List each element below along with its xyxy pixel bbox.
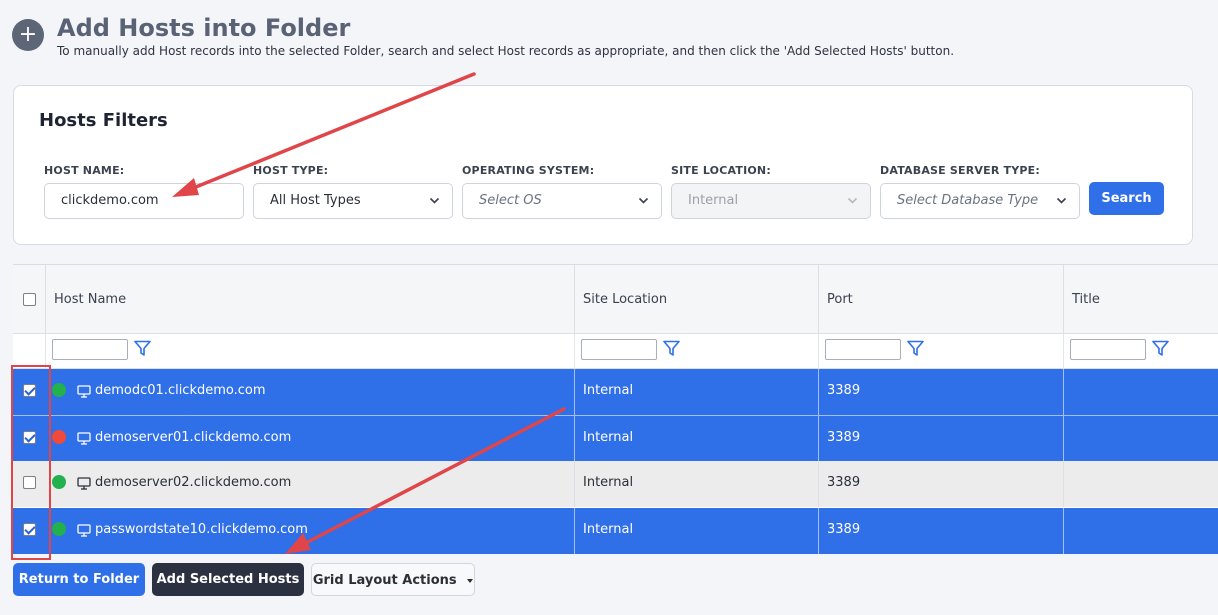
host-name-input[interactable]: clickdemo.com — [44, 183, 244, 219]
page-header: + Add Hosts into Folder To manually add … — [12, 14, 954, 58]
filter-icon[interactable] — [134, 340, 151, 356]
chevron-down-icon — [429, 184, 440, 231]
title-cell — [1063, 369, 1218, 415]
filter-icon[interactable] — [907, 340, 924, 356]
database-server-type-field: DATABASE SERVER TYPE: Select Database Ty… — [880, 164, 1080, 219]
filters-title: Hosts Filters — [39, 110, 168, 131]
site-location-filter-cell — [574, 334, 818, 369]
page-title: Add Hosts into Folder — [57, 14, 351, 42]
monitor-icon — [77, 385, 91, 398]
status-indicator-online — [52, 383, 66, 397]
database-server-type-select[interactable]: Select Database Type — [880, 183, 1080, 219]
title-filter-input[interactable] — [1070, 339, 1146, 360]
grid-header: Host Name Site Location Port Title — [13, 265, 1218, 334]
site-location-cell: Internal — [574, 369, 818, 415]
operating-system-label: OPERATING SYSTEM: — [462, 164, 595, 177]
port-filter-input[interactable] — [825, 339, 901, 360]
grid-filter-row — [13, 334, 1218, 369]
site-location-filter-input[interactable] — [581, 339, 657, 360]
host-type-value: All Host Types — [270, 193, 361, 208]
title-cell — [1063, 416, 1218, 462]
chevron-down-icon — [847, 184, 858, 231]
site-location-cell: Internal — [574, 508, 818, 554]
site-location-value: Internal — [688, 193, 739, 208]
host-name-link[interactable]: demodc01.clickdemo.com — [95, 369, 266, 413]
port-cell: 3389 — [818, 369, 1063, 415]
host-name-label: HOST NAME: — [44, 164, 125, 177]
hosts-filters-panel: Hosts Filters HOST NAME: clickdemo.com H… — [13, 85, 1193, 245]
column-header-title[interactable]: Title — [1063, 265, 1218, 334]
search-button[interactable]: Search — [1089, 182, 1164, 215]
title-cell — [1063, 461, 1218, 507]
select-all-cell — [13, 265, 45, 334]
port-filter-cell — [818, 334, 1063, 369]
page-description: To manually add Host records into the se… — [57, 44, 955, 58]
port-cell: 3389 — [818, 508, 1063, 554]
operating-system-select[interactable]: Select OS — [462, 183, 662, 219]
column-header-port[interactable]: Port — [818, 265, 1063, 334]
status-indicator-offline — [52, 430, 66, 444]
column-header-site-location[interactable]: Site Location — [574, 265, 818, 334]
table-row[interactable]: passwordstate10.clickdemo.com Internal 3… — [13, 508, 1218, 554]
table-row[interactable]: demoserver01.clickdemo.com Internal 3389 — [13, 415, 1218, 462]
column-header-host-name[interactable]: Host Name — [45, 265, 574, 334]
grid-layout-actions-label: Grid Layout Actions — [312, 573, 457, 588]
annotation-highlight-box — [11, 365, 51, 560]
site-location-cell: Internal — [574, 461, 818, 507]
database-server-type-label: DATABASE SERVER TYPE: — [880, 164, 1040, 177]
filter-icon[interactable] — [663, 340, 680, 356]
database-server-type-placeholder: Select Database Type — [897, 193, 1039, 208]
host-type-field: HOST TYPE: All Host Types — [253, 164, 453, 219]
host-name-field: HOST NAME: clickdemo.com — [44, 164, 244, 219]
select-all-checkbox[interactable] — [23, 293, 36, 306]
site-location-cell: Internal — [574, 416, 818, 462]
monitor-icon — [77, 524, 91, 537]
status-indicator-online — [52, 522, 66, 536]
host-name-link[interactable]: passwordstate10.clickdemo.com — [95, 508, 308, 552]
add-icon: + — [12, 19, 44, 51]
filter-icon[interactable] — [1152, 340, 1169, 356]
return-to-folder-button[interactable]: Return to Folder — [13, 563, 145, 596]
host-type-select[interactable]: All Host Types — [253, 183, 453, 219]
caret-down-icon — [467, 578, 474, 583]
port-cell: 3389 — [818, 416, 1063, 462]
site-location-select: Internal — [671, 183, 871, 219]
host-type-label: HOST TYPE: — [253, 164, 329, 177]
status-indicator-online — [52, 475, 66, 489]
add-selected-hosts-button[interactable]: Add Selected Hosts — [152, 563, 304, 596]
monitor-icon — [77, 477, 91, 490]
site-location-label: SITE LOCATION: — [671, 164, 771, 177]
operating-system-placeholder: Select OS — [479, 193, 542, 208]
title-cell — [1063, 508, 1218, 554]
host-name-filter-input[interactable] — [52, 339, 128, 360]
host-name-link[interactable]: demoserver01.clickdemo.com — [95, 416, 291, 460]
host-name-link[interactable]: demoserver02.clickdemo.com — [95, 461, 291, 505]
monitor-icon — [77, 432, 91, 445]
chevron-down-icon — [638, 184, 649, 231]
grid-layout-actions-button[interactable]: Grid Layout Actions — [311, 563, 475, 596]
operating-system-field: OPERATING SYSTEM: Select OS — [462, 164, 662, 219]
host-name-filter-cell — [45, 334, 574, 369]
chevron-down-icon — [1056, 184, 1067, 231]
table-row[interactable]: demodc01.clickdemo.com Internal 3389 — [13, 369, 1218, 415]
host-name-value: clickdemo.com — [61, 193, 159, 208]
hosts-grid: Host Name Site Location Port Title demod… — [13, 264, 1218, 554]
title-filter-cell — [1063, 334, 1218, 369]
port-cell: 3389 — [818, 461, 1063, 507]
table-row[interactable]: demoserver02.clickdemo.com Internal 3389 — [13, 461, 1218, 507]
site-location-field: SITE LOCATION: Internal — [671, 164, 871, 219]
